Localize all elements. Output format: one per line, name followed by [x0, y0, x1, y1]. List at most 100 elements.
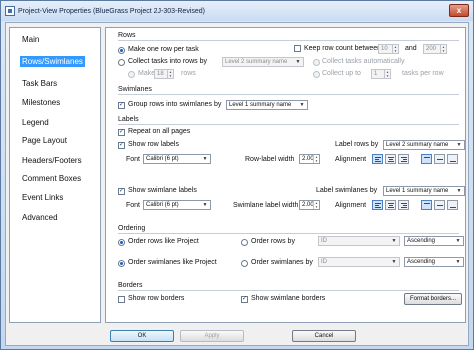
order-rows-by-radio[interactable]: [241, 239, 248, 246]
row-valign-top-button[interactable]: [421, 154, 432, 164]
one-row-per-task-label: Make one row per task: [128, 46, 199, 53]
label-swimlanes-by-value: Level 1 summary name: [386, 188, 449, 194]
show-row-borders-label: Show row borders: [128, 295, 185, 302]
apply-button[interactable]: Apply: [180, 330, 244, 342]
title-bar: Project-View Properties (BlueGrass Proje…: [1, 1, 473, 21]
chevron-down-icon: ▼: [455, 259, 461, 265]
collect-auto-label: Collect tasks automatically: [322, 58, 405, 65]
properties-window: Project-View Properties (BlueGrass Proje…: [0, 0, 474, 350]
order-swimlanes-like-project-label: Order swimlanes like Project: [128, 259, 217, 266]
order-swimlanes-direction-dropdown[interactable]: Ascending ▼: [404, 257, 464, 267]
show-row-borders-checkbox[interactable]: [118, 296, 125, 303]
collect-tasks-radio[interactable]: [118, 59, 125, 66]
row-align-left-button[interactable]: [372, 154, 383, 164]
keep-max-stepper[interactable]: 200 ▲ ▼: [423, 44, 447, 54]
ok-button[interactable]: OK: [110, 330, 174, 342]
row-align-center-button[interactable]: [385, 154, 396, 164]
rows-section-title: Rows: [118, 32, 136, 39]
row-alignment-label: Alignment: [335, 156, 367, 163]
collect-auto-radio[interactable]: [313, 59, 320, 66]
show-swimlane-borders-label: Show swimlane borders: [251, 295, 326, 302]
order-swimlanes-like-project-radio[interactable]: [118, 260, 125, 267]
close-button[interactable]: x: [449, 4, 469, 17]
dialog-client: Main Rows/Swimlanes Task Bars Milestones…: [5, 22, 469, 346]
collect-up-to-stepper[interactable]: 1 ▲ ▼: [371, 69, 391, 79]
format-borders-button[interactable]: Format borders...: [404, 293, 462, 305]
swimlane-align-right-button[interactable]: [398, 200, 409, 210]
group-rows-dropdown[interactable]: Level 1 summary name ▼: [226, 100, 308, 110]
collect-up-to-radio[interactable]: [313, 71, 320, 78]
ordering-divider: [118, 233, 459, 234]
category-nav: Main Rows/Swimlanes Task Bars Milestones…: [9, 27, 101, 323]
keep-min-value: 10: [381, 46, 388, 52]
stepper-arrows-icon: ▲ ▼: [384, 70, 389, 78]
label-rows-by-label: Label rows by: [335, 141, 379, 148]
rows-divider: [118, 40, 459, 41]
nav-item-task-bars[interactable]: Task Bars: [20, 78, 59, 89]
order-swimlanes-by-dropdown[interactable]: ID ▼: [318, 257, 400, 267]
stepper-arrows-icon: ▲ ▼: [313, 155, 318, 163]
row-font-label: Font: [126, 156, 141, 163]
row-valign-middle-button[interactable]: [434, 154, 445, 164]
swimlane-label-width-stepper[interactable]: 2.00 ▲ ▼: [299, 200, 320, 210]
row-valign-bottom-button[interactable]: [447, 154, 458, 164]
nav-item-advanced[interactable]: Advanced: [20, 212, 60, 223]
order-rows-by-label: Order rows by: [251, 238, 295, 245]
nav-item-main[interactable]: Main: [20, 34, 41, 45]
one-row-per-task-radio[interactable]: [118, 47, 125, 54]
order-rows-by-dropdown[interactable]: ID ▼: [318, 236, 400, 246]
swimlanes-section-title: Swimlanes: [118, 86, 152, 93]
swimlane-align-center-button[interactable]: [385, 200, 396, 210]
tasks-per-row-label: tasks per row: [402, 70, 444, 77]
swimlane-valign-middle-button[interactable]: [434, 200, 445, 210]
repeat-all-pages-checkbox[interactable]: [118, 129, 125, 136]
order-rows-direction-dropdown[interactable]: Ascending ▼: [404, 236, 464, 246]
collect-tasks-dropdown[interactable]: Level 2 summary name ▼: [222, 57, 304, 67]
show-swimlane-labels-label: Show swimlane labels: [128, 187, 197, 194]
nav-item-page-layout[interactable]: Page Layout: [20, 135, 69, 146]
chevron-down-icon: ▼: [455, 238, 461, 244]
settings-panel: Rows Make one row per task Keep row coun…: [105, 27, 466, 323]
swimlane-valign-bottom-button[interactable]: [447, 200, 458, 210]
window-title: Project-View Properties (BlueGrass Proje…: [18, 7, 205, 15]
swimlane-valign-top-button[interactable]: [421, 200, 432, 210]
label-swimlanes-by-dropdown[interactable]: Level 1 summary name ▼: [383, 186, 465, 196]
keep-min-stepper[interactable]: 10 ▲ ▼: [378, 44, 399, 54]
order-rows-like-project-radio[interactable]: [118, 239, 125, 246]
app-icon: [5, 6, 15, 16]
make-rows-stepper[interactable]: 18 ▲ ▼: [154, 69, 174, 79]
label-rows-by-value: Level 2 summary name: [386, 142, 449, 148]
chevron-down-icon: ▼: [299, 102, 305, 108]
chevron-down-icon: ▼: [391, 259, 397, 265]
nav-item-legend[interactable]: Legend: [20, 117, 51, 128]
nav-item-comment-boxes[interactable]: Comment Boxes: [20, 173, 83, 184]
nav-item-headers-footers[interactable]: Headers/Footers: [20, 155, 84, 166]
order-swimlanes-by-radio[interactable]: [241, 260, 248, 267]
swimlane-label-width-value: 2.00: [302, 202, 314, 208]
chevron-down-icon: ▼: [391, 238, 397, 244]
show-swimlane-borders-checkbox[interactable]: [241, 296, 248, 303]
show-swimlane-labels-checkbox[interactable]: [118, 188, 125, 195]
nav-item-rows-swimlanes[interactable]: Rows/Swimlanes: [20, 56, 85, 67]
keep-row-count-checkbox[interactable]: [294, 45, 301, 52]
label-rows-by-dropdown[interactable]: Level 2 summary name ▼: [383, 140, 465, 150]
row-font-dropdown[interactable]: Calibri (6 pt) ▼: [143, 154, 211, 164]
row-align-right-button[interactable]: [398, 154, 409, 164]
stepper-arrows-icon: ▲ ▼: [313, 201, 318, 209]
stepper-arrows-icon: ▲ ▼: [440, 45, 445, 53]
swimlane-font-dropdown[interactable]: Calibri (6 pt) ▼: [143, 200, 211, 210]
nav-item-milestones[interactable]: Milestones: [20, 97, 62, 108]
show-row-labels-checkbox[interactable]: [118, 142, 125, 149]
chevron-down-icon: ▼: [202, 202, 208, 208]
swimlane-font-label: Font: [126, 202, 141, 209]
collect-up-to-label: Collect up to: [322, 70, 361, 77]
group-rows-checkbox[interactable]: [118, 102, 125, 109]
repeat-all-pages-label: Repeat on all pages: [128, 128, 191, 135]
row-font-value: Calibri (6 pt): [146, 156, 179, 162]
make-rows-radio[interactable]: [128, 71, 135, 78]
row-label-width-stepper[interactable]: 2.00 ▲ ▼: [299, 154, 320, 164]
swimlane-align-left-button[interactable]: [372, 200, 383, 210]
group-rows-label: Group rows into swimlanes by: [128, 101, 222, 108]
nav-item-event-links[interactable]: Event Links: [20, 192, 65, 203]
cancel-button[interactable]: Cancel: [292, 330, 356, 342]
